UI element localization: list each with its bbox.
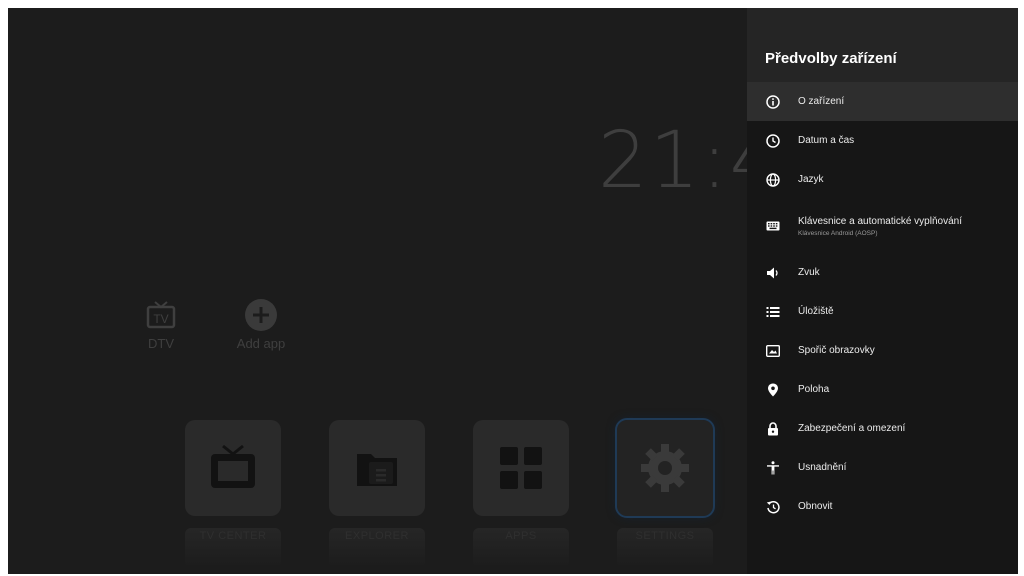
svg-text:TV: TV xyxy=(153,312,168,326)
tile-explorer-label: EXPLORER xyxy=(345,530,409,542)
menu-item-language[interactable]: Jazyk xyxy=(747,160,1018,199)
storage-icon xyxy=(765,304,781,320)
device-preferences-panel: Předvolby zařízení O zařízení Datum a ča… xyxy=(747,8,1018,574)
menu-item-label: Klávesnice a automatické vyplňování xyxy=(798,215,962,227)
tile-tv-center-label: TV CENTER xyxy=(199,530,267,542)
menu-item-label: Usnadnění xyxy=(798,462,847,473)
menu-item-label: Úložiště xyxy=(798,306,834,317)
menu-item-reset[interactable]: Obnovit xyxy=(747,487,1018,526)
menu-item-label: Zabezpečení a omezení xyxy=(798,423,906,434)
globe-icon xyxy=(765,172,781,188)
menu-item-label: O zařízení xyxy=(798,96,845,107)
apps-grid-icon xyxy=(500,447,542,489)
tv-icon: TV xyxy=(146,301,176,329)
app-dtv-label: DTV xyxy=(148,336,174,351)
gear-icon xyxy=(641,444,689,492)
menu-item-accessibility[interactable]: Usnadnění xyxy=(747,448,1018,487)
location-pin-icon xyxy=(765,382,781,398)
menu-item-label: Poloha xyxy=(798,384,830,395)
menu-item-storage[interactable]: Úložiště xyxy=(747,292,1018,331)
tile-settings-label: SETTINGS xyxy=(635,530,695,542)
tile-tv-center[interactable] xyxy=(185,420,281,516)
add-app-button[interactable]: Add app xyxy=(226,298,296,351)
add-app-label: Add app xyxy=(236,336,286,351)
add-icon xyxy=(245,299,277,331)
tile-apps-label: APPS xyxy=(505,530,537,542)
menu-item-location[interactable]: Poloha xyxy=(747,370,1018,409)
speaker-icon xyxy=(765,265,781,281)
tile-explorer[interactable] xyxy=(329,420,425,516)
menu-item-security[interactable]: Zabezpečení a omezení xyxy=(747,409,1018,448)
preferences-menu: O zařízení Datum a čas Jazyk Klávesnice … xyxy=(747,82,1018,526)
menu-item-date-time[interactable]: Datum a čas xyxy=(747,121,1018,160)
menu-item-label: Spořič obrazovky xyxy=(798,345,875,356)
tile-settings[interactable] xyxy=(615,418,715,518)
clock-icon xyxy=(765,133,781,149)
panel-title: Předvolby zařízení xyxy=(765,50,897,67)
app-dtv[interactable]: TV DTV xyxy=(136,298,186,351)
restore-icon xyxy=(765,499,781,515)
tv-icon xyxy=(211,444,255,488)
accessibility-icon xyxy=(765,460,781,476)
menu-item-sublabel: Klávesnice Android (AOSP) xyxy=(798,229,878,237)
keyboard-icon xyxy=(765,218,781,234)
menu-item-label: Zvuk xyxy=(798,267,820,278)
menu-item-label: Obnovit xyxy=(798,501,833,512)
menu-item-label: Jazyk xyxy=(798,174,824,185)
menu-item-sound[interactable]: Zvuk xyxy=(747,253,1018,292)
menu-item-screensaver[interactable]: Spořič obrazovky xyxy=(747,331,1018,370)
menu-item-about[interactable]: O zařízení xyxy=(747,82,1018,121)
info-icon xyxy=(765,94,781,110)
tile-apps[interactable] xyxy=(473,420,569,516)
menu-item-label: Datum a čas xyxy=(798,135,855,146)
menu-item-keyboard[interactable]: Klávesnice a automatické vyplňování Kláv… xyxy=(747,199,1018,253)
panel-header: Předvolby zařízení xyxy=(747,8,1018,82)
tv-screen: 21:4 TV DTV Add app TV CENTER EXPLORER A… xyxy=(8,8,1018,574)
lock-icon xyxy=(765,421,781,437)
folder-icon xyxy=(357,454,397,486)
screensaver-icon xyxy=(765,343,781,359)
